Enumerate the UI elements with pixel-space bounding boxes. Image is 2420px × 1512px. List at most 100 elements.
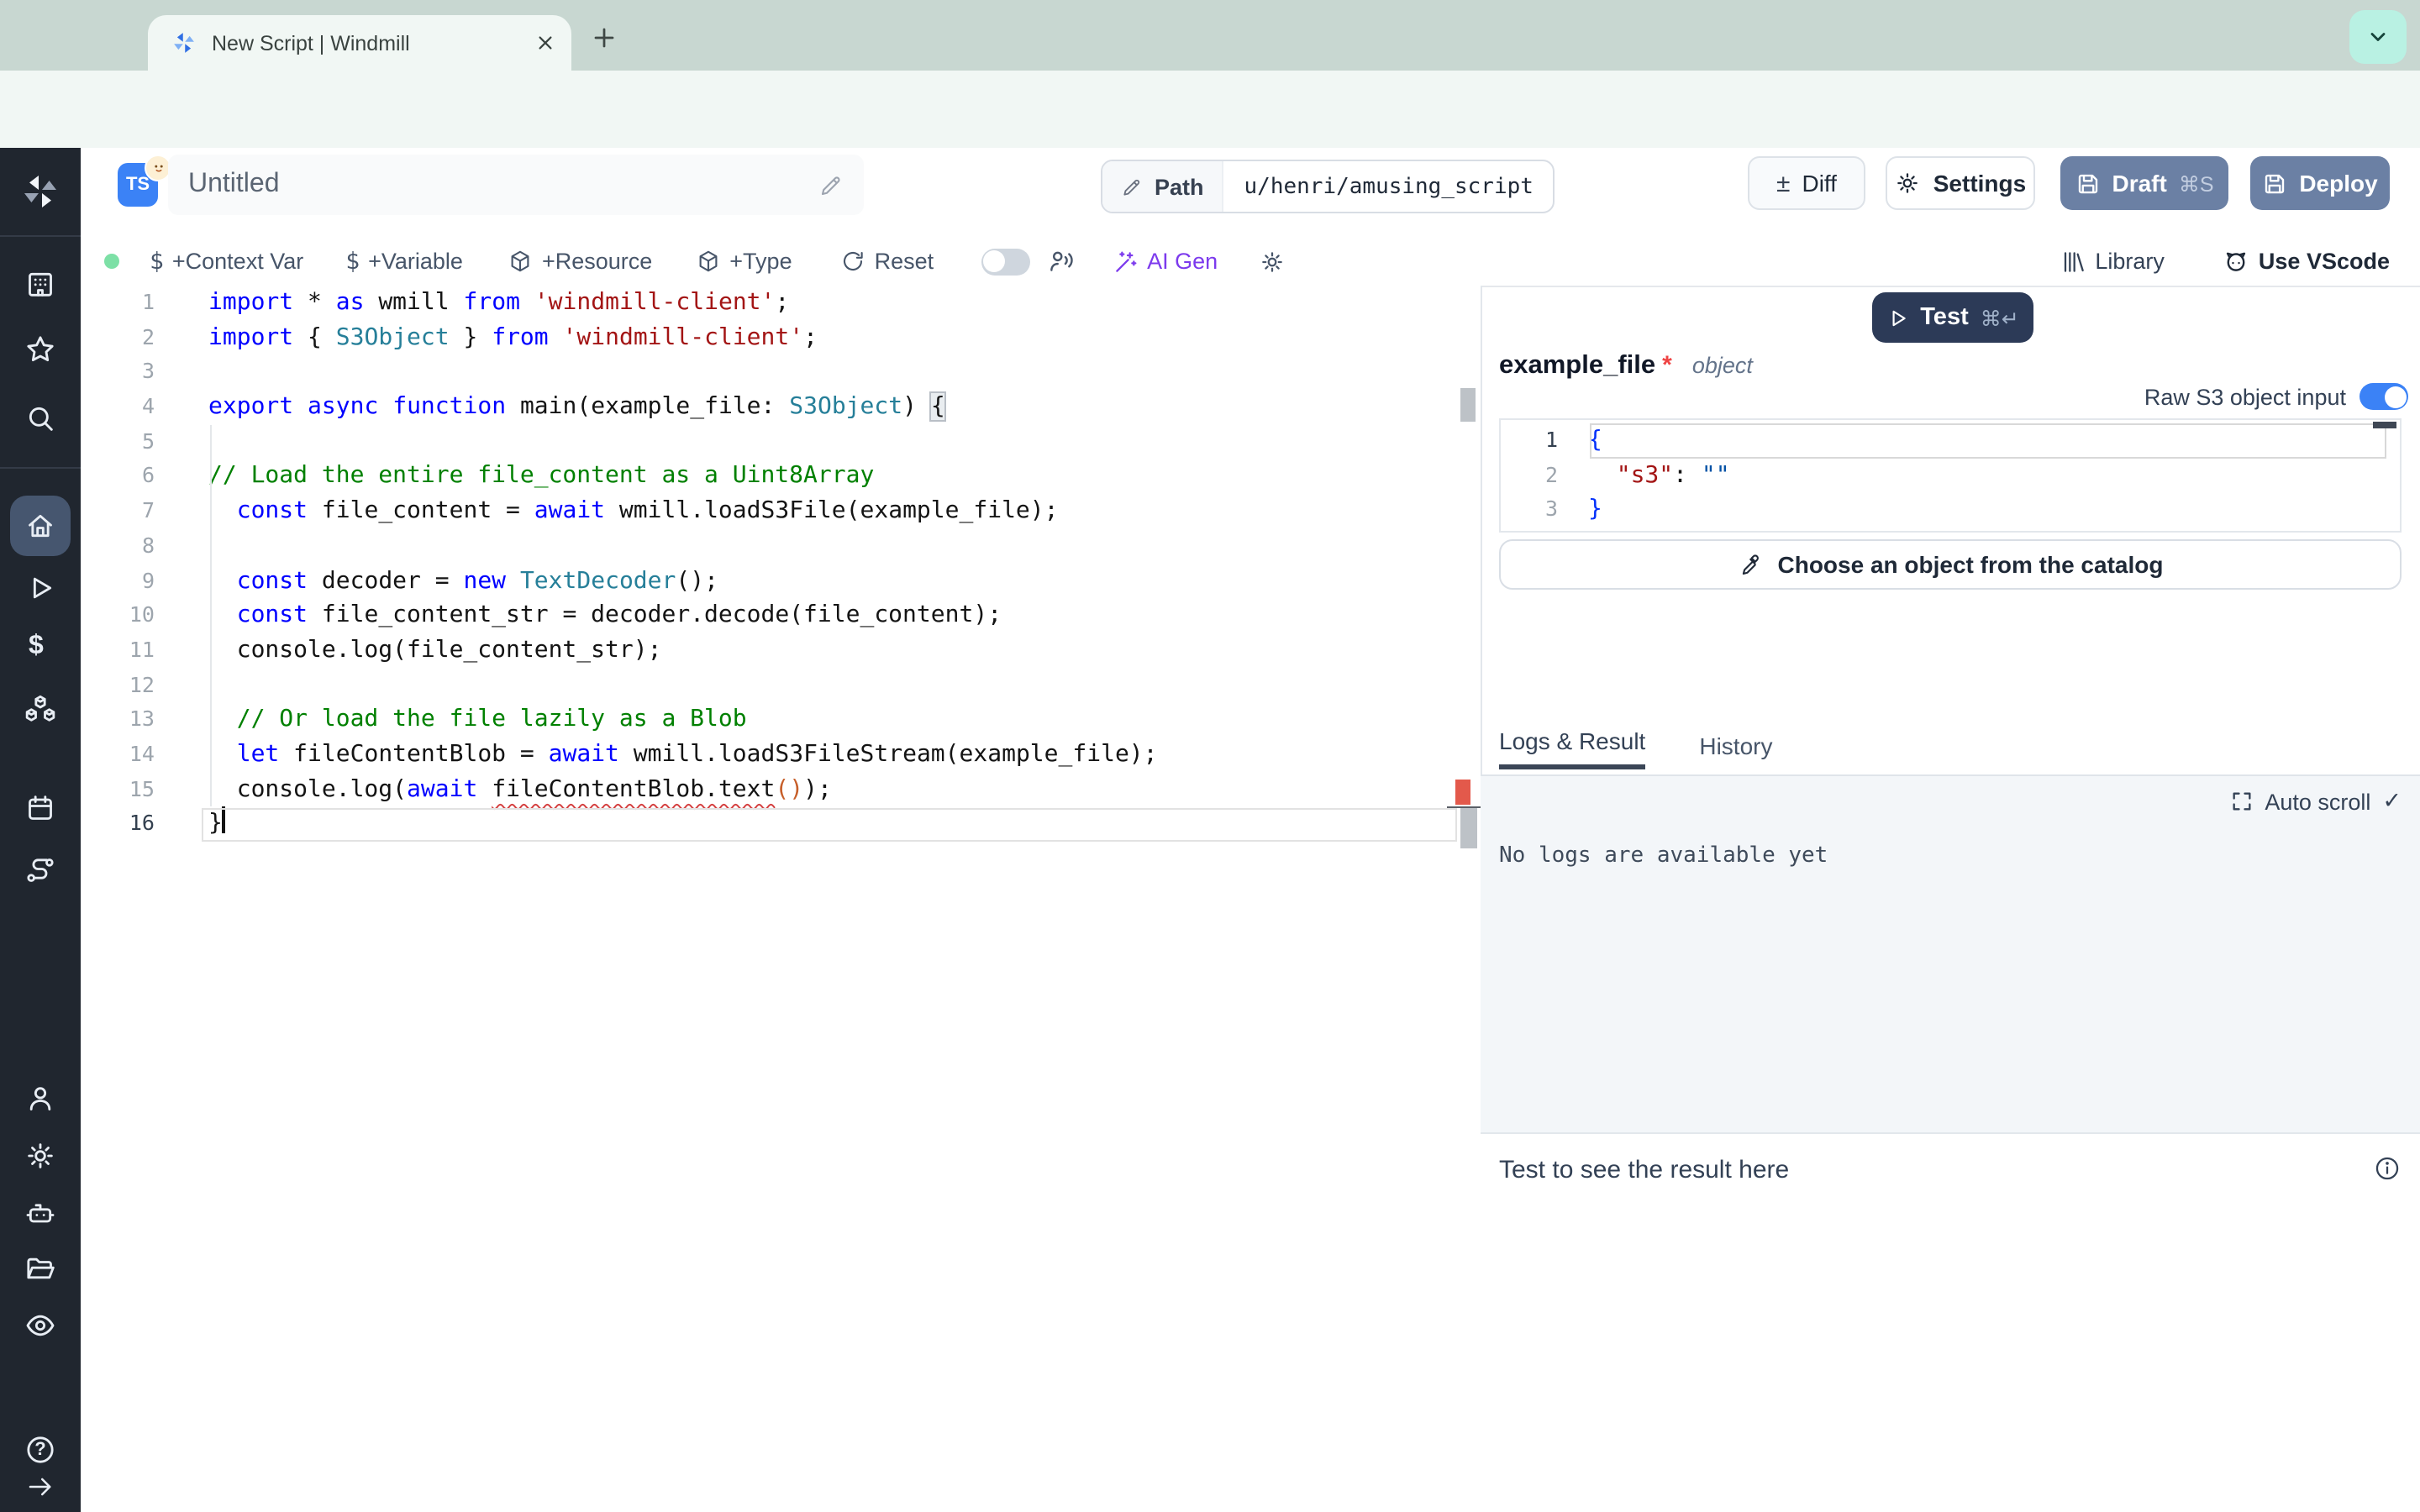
required-asterisk: * xyxy=(1662,351,1672,380)
reset-refresh-icon xyxy=(841,249,866,274)
info-icon[interactable] xyxy=(2373,1154,2402,1183)
choose-object-button[interactable]: Choose an object from the catalog xyxy=(1499,539,2402,590)
auto-scroll-label: Auto scroll xyxy=(2265,789,2370,814)
settings-gear-icon[interactable] xyxy=(24,1139,57,1173)
schedules-calendar-icon[interactable] xyxy=(24,791,57,825)
script-title-input[interactable]: Untitled xyxy=(168,155,864,215)
variables-dollar-icon[interactable]: $ xyxy=(29,632,44,662)
tab-history[interactable]: History xyxy=(1699,732,1772,769)
add-type-button[interactable]: +Type xyxy=(696,249,792,274)
edit-pencil-icon[interactable] xyxy=(818,172,844,197)
expand-icon[interactable] xyxy=(2229,790,2253,813)
logs-area xyxy=(1481,776,2420,1132)
browser-tab[interactable]: New Script | Windmill xyxy=(148,15,571,71)
pipette-icon xyxy=(1738,552,1763,577)
sidebar-divider xyxy=(0,467,81,469)
flows-route-icon[interactable] xyxy=(24,853,57,887)
add-resource-button[interactable]: +Resource xyxy=(508,249,652,274)
check-icon: ✓ xyxy=(2382,788,2402,815)
new-tab-button[interactable] xyxy=(592,25,617,50)
draft-shortcut: ⌘S xyxy=(2179,171,2214,196)
add-variable-label: +Variable xyxy=(368,249,463,274)
ai-gen-button[interactable]: AI Gen xyxy=(1112,248,1218,275)
test-shortcut: ⌘↵ xyxy=(1981,305,2019,330)
magic-wand-icon xyxy=(1112,248,1139,275)
panel-tabs: Logs & Result History xyxy=(1499,729,1772,769)
help-icon[interactable]: ? xyxy=(24,1433,57,1467)
raw-s3-toggle[interactable] xyxy=(2360,383,2408,410)
dollar-icon: $ xyxy=(345,248,360,275)
test-label: Test xyxy=(1920,304,1969,331)
library-button[interactable]: Library xyxy=(2060,248,2165,275)
save-floppy-icon xyxy=(2075,171,2100,196)
resources-cubes-icon[interactable] xyxy=(24,692,57,726)
argument-name: example_file xyxy=(1499,351,1655,381)
gear-icon xyxy=(1895,170,1922,197)
diff-button[interactable]: ± Diff xyxy=(1748,156,1865,210)
auto-scroll-control[interactable]: Auto scroll ✓ xyxy=(2151,788,2402,815)
workers-robot-icon[interactable] xyxy=(24,1196,57,1230)
expand-sidebar-arrow-icon[interactable] xyxy=(24,1470,57,1504)
windmill-logo-icon[interactable] xyxy=(20,171,60,212)
tab-close-icon[interactable] xyxy=(536,34,555,52)
search-icon[interactable] xyxy=(24,402,57,435)
editor-settings-gear-icon[interactable] xyxy=(1258,248,1285,275)
plus-minus-icon: ± xyxy=(1776,169,1790,197)
choose-object-label: Choose an object from the catalog xyxy=(1778,551,2164,578)
argument-type: object xyxy=(1692,353,1753,378)
ai-gen-label: AI Gen xyxy=(1147,249,1218,274)
play-icon xyxy=(1886,307,1908,328)
draft-label: Draft xyxy=(2112,170,2166,197)
save-floppy-icon xyxy=(2262,171,2287,196)
tab-search-button[interactable] xyxy=(2349,10,2407,64)
sidebar: $ ? xyxy=(0,148,81,1512)
raw-s3-label: Raw S3 object input xyxy=(2144,384,2346,409)
tab-logs-result[interactable]: Logs & Result xyxy=(1499,727,1645,769)
add-context-var-button[interactable]: $ +Context Var xyxy=(150,248,303,275)
code-lines: 1import * as wmill from 'windmill-client… xyxy=(81,286,1481,842)
error-marker xyxy=(1455,780,1470,805)
result-area xyxy=(1481,1134,2420,1512)
help-glyph: ? xyxy=(34,1440,45,1460)
multiplayer-users-icon[interactable] xyxy=(1046,247,1075,276)
json-current-line-highlight xyxy=(1590,423,2386,458)
deploy-button[interactable]: Deploy xyxy=(2250,156,2390,210)
reset-button[interactable]: Reset xyxy=(841,249,934,274)
settings-label: Settings xyxy=(1933,170,2026,197)
add-resource-label: +Resource xyxy=(542,249,652,274)
user-person-icon[interactable] xyxy=(24,1082,57,1116)
deploy-label: Deploy xyxy=(2299,170,2377,197)
add-variable-button[interactable]: $ +Variable xyxy=(345,248,463,275)
no-logs-message: No logs are available yet xyxy=(1499,843,1828,869)
scrollbar-thumb[interactable] xyxy=(1460,388,1476,422)
collaboration-toggle[interactable] xyxy=(981,248,1029,275)
tab-title: New Script | Windmill xyxy=(212,31,536,55)
diff-label: Diff xyxy=(1802,170,1837,197)
status-dot xyxy=(104,254,119,269)
settings-button[interactable]: Settings xyxy=(1886,156,2035,210)
path-value: u/henri/amusing_script xyxy=(1224,161,1554,212)
screen: New Script | Windmill app.wind xyxy=(0,0,2420,1512)
argument-row: example_file * object xyxy=(1499,351,1753,381)
code-editor[interactable]: 1import * as wmill from 'windmill-client… xyxy=(81,286,1481,1512)
home-icon[interactable] xyxy=(24,509,57,543)
script-title: Untitled xyxy=(188,170,818,200)
folders-icon[interactable] xyxy=(24,1252,57,1285)
windmill-favicon-icon xyxy=(171,30,197,55)
draft-button[interactable]: Draft ⌘S xyxy=(2060,156,2228,210)
audit-eye-icon[interactable] xyxy=(24,1309,57,1342)
browser-toolbar: app.windmill.dev/scripts/add#JTdCJTIyaGF… xyxy=(0,71,2420,148)
add-type-label: +Type xyxy=(729,249,792,274)
test-button[interactable]: Test ⌘↵ xyxy=(1872,292,2033,343)
use-vscode-button[interactable]: Use VScode xyxy=(2222,247,2390,276)
browser-tab-bar: New Script | Windmill xyxy=(0,0,2420,71)
scrollbar-thumb[interactable] xyxy=(1460,808,1477,848)
package-box-icon xyxy=(508,249,534,274)
dollar-icon: $ xyxy=(150,248,164,275)
script-toolbar: $ +Context Var $ +Variable +Resource +Ty… xyxy=(81,237,2420,287)
favorites-star-icon[interactable] xyxy=(24,333,57,366)
path-button[interactable]: Path u/henri/amusing_script xyxy=(1101,160,1555,213)
workspace-building-icon[interactable] xyxy=(24,267,57,301)
runs-play-icon[interactable] xyxy=(24,571,57,605)
sidebar-divider xyxy=(0,235,81,237)
